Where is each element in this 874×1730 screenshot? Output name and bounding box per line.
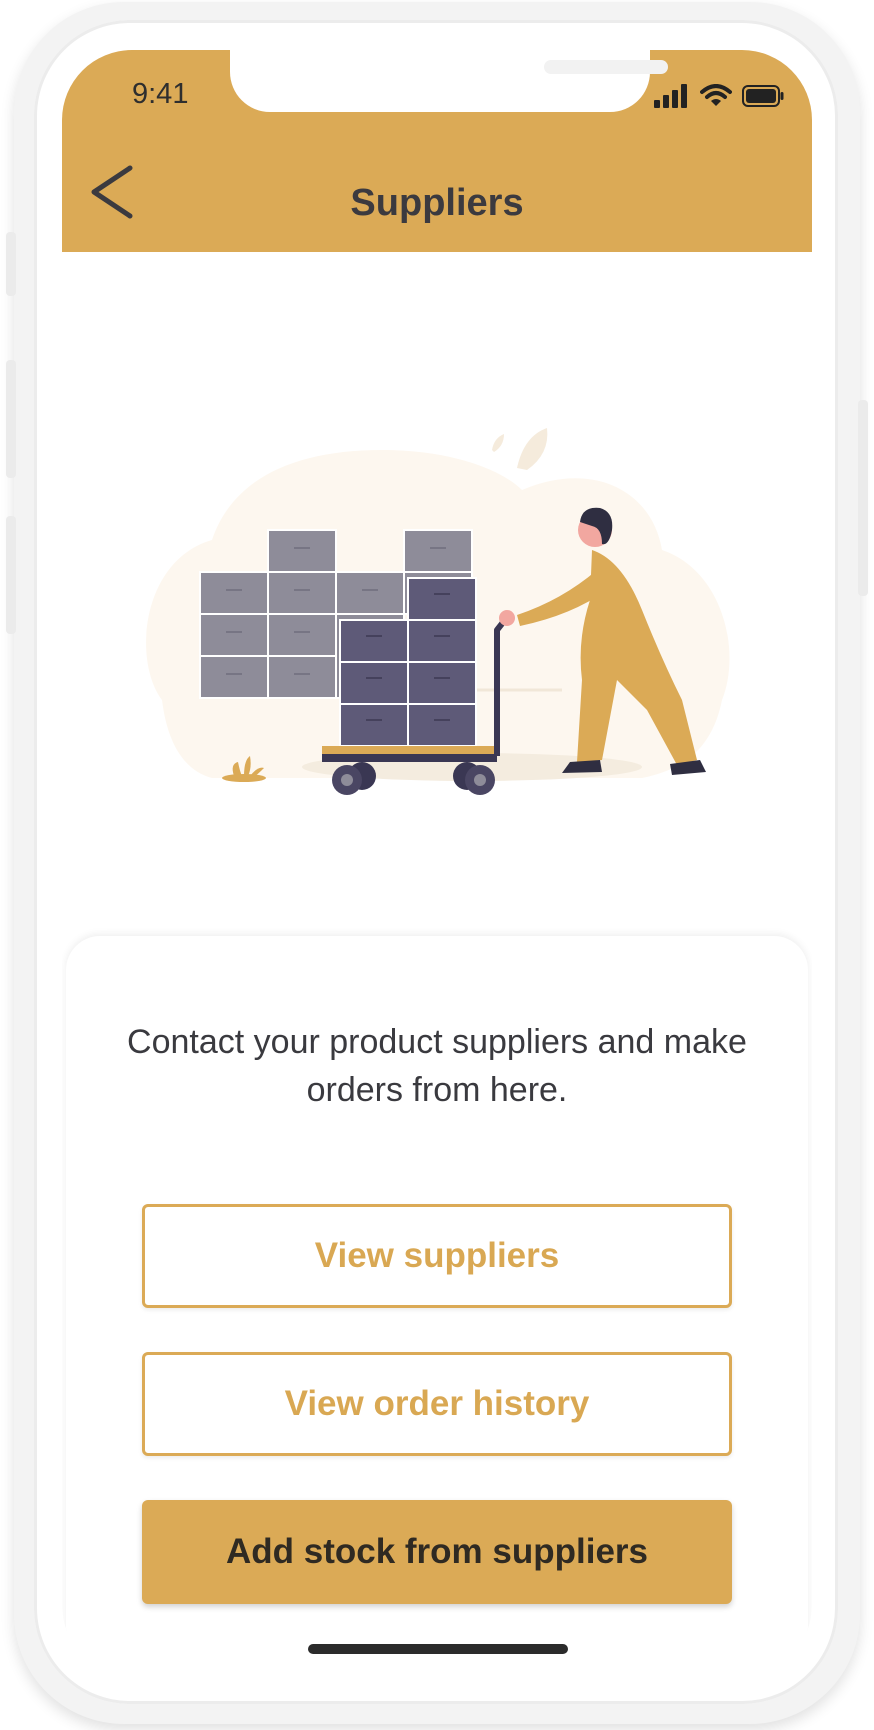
battery-icon	[742, 85, 784, 107]
view-order-history-button[interactable]: View order history	[142, 1352, 732, 1456]
mute-switch	[6, 232, 16, 296]
page-title: Suppliers	[350, 182, 524, 224]
power-button	[858, 400, 868, 596]
leaf-decoration	[492, 434, 504, 452]
speaker	[544, 60, 668, 74]
leaf-decoration	[517, 428, 548, 470]
app-screen: 9:41 Suppliers Contact your product supp…	[62, 50, 812, 1675]
cellular-signal-icon	[654, 84, 687, 108]
action-card: Contact your product suppliers and make …	[66, 936, 808, 1675]
description-text: Contact your product suppliers and make …	[127, 1023, 747, 1109]
volume-up-button	[6, 360, 16, 478]
app-header: 9:41 Suppliers	[62, 50, 812, 252]
wifi-icon	[700, 84, 732, 106]
status-icons	[654, 84, 784, 108]
delivery-illustration	[146, 428, 730, 795]
status-time: 9:41	[132, 78, 189, 110]
add-stock-button[interactable]: Add stock from suppliers	[142, 1500, 732, 1604]
home-indicator[interactable]	[308, 1644, 568, 1654]
volume-down-button	[6, 516, 16, 634]
notch	[230, 50, 668, 112]
view-suppliers-button[interactable]: View suppliers	[142, 1204, 732, 1308]
